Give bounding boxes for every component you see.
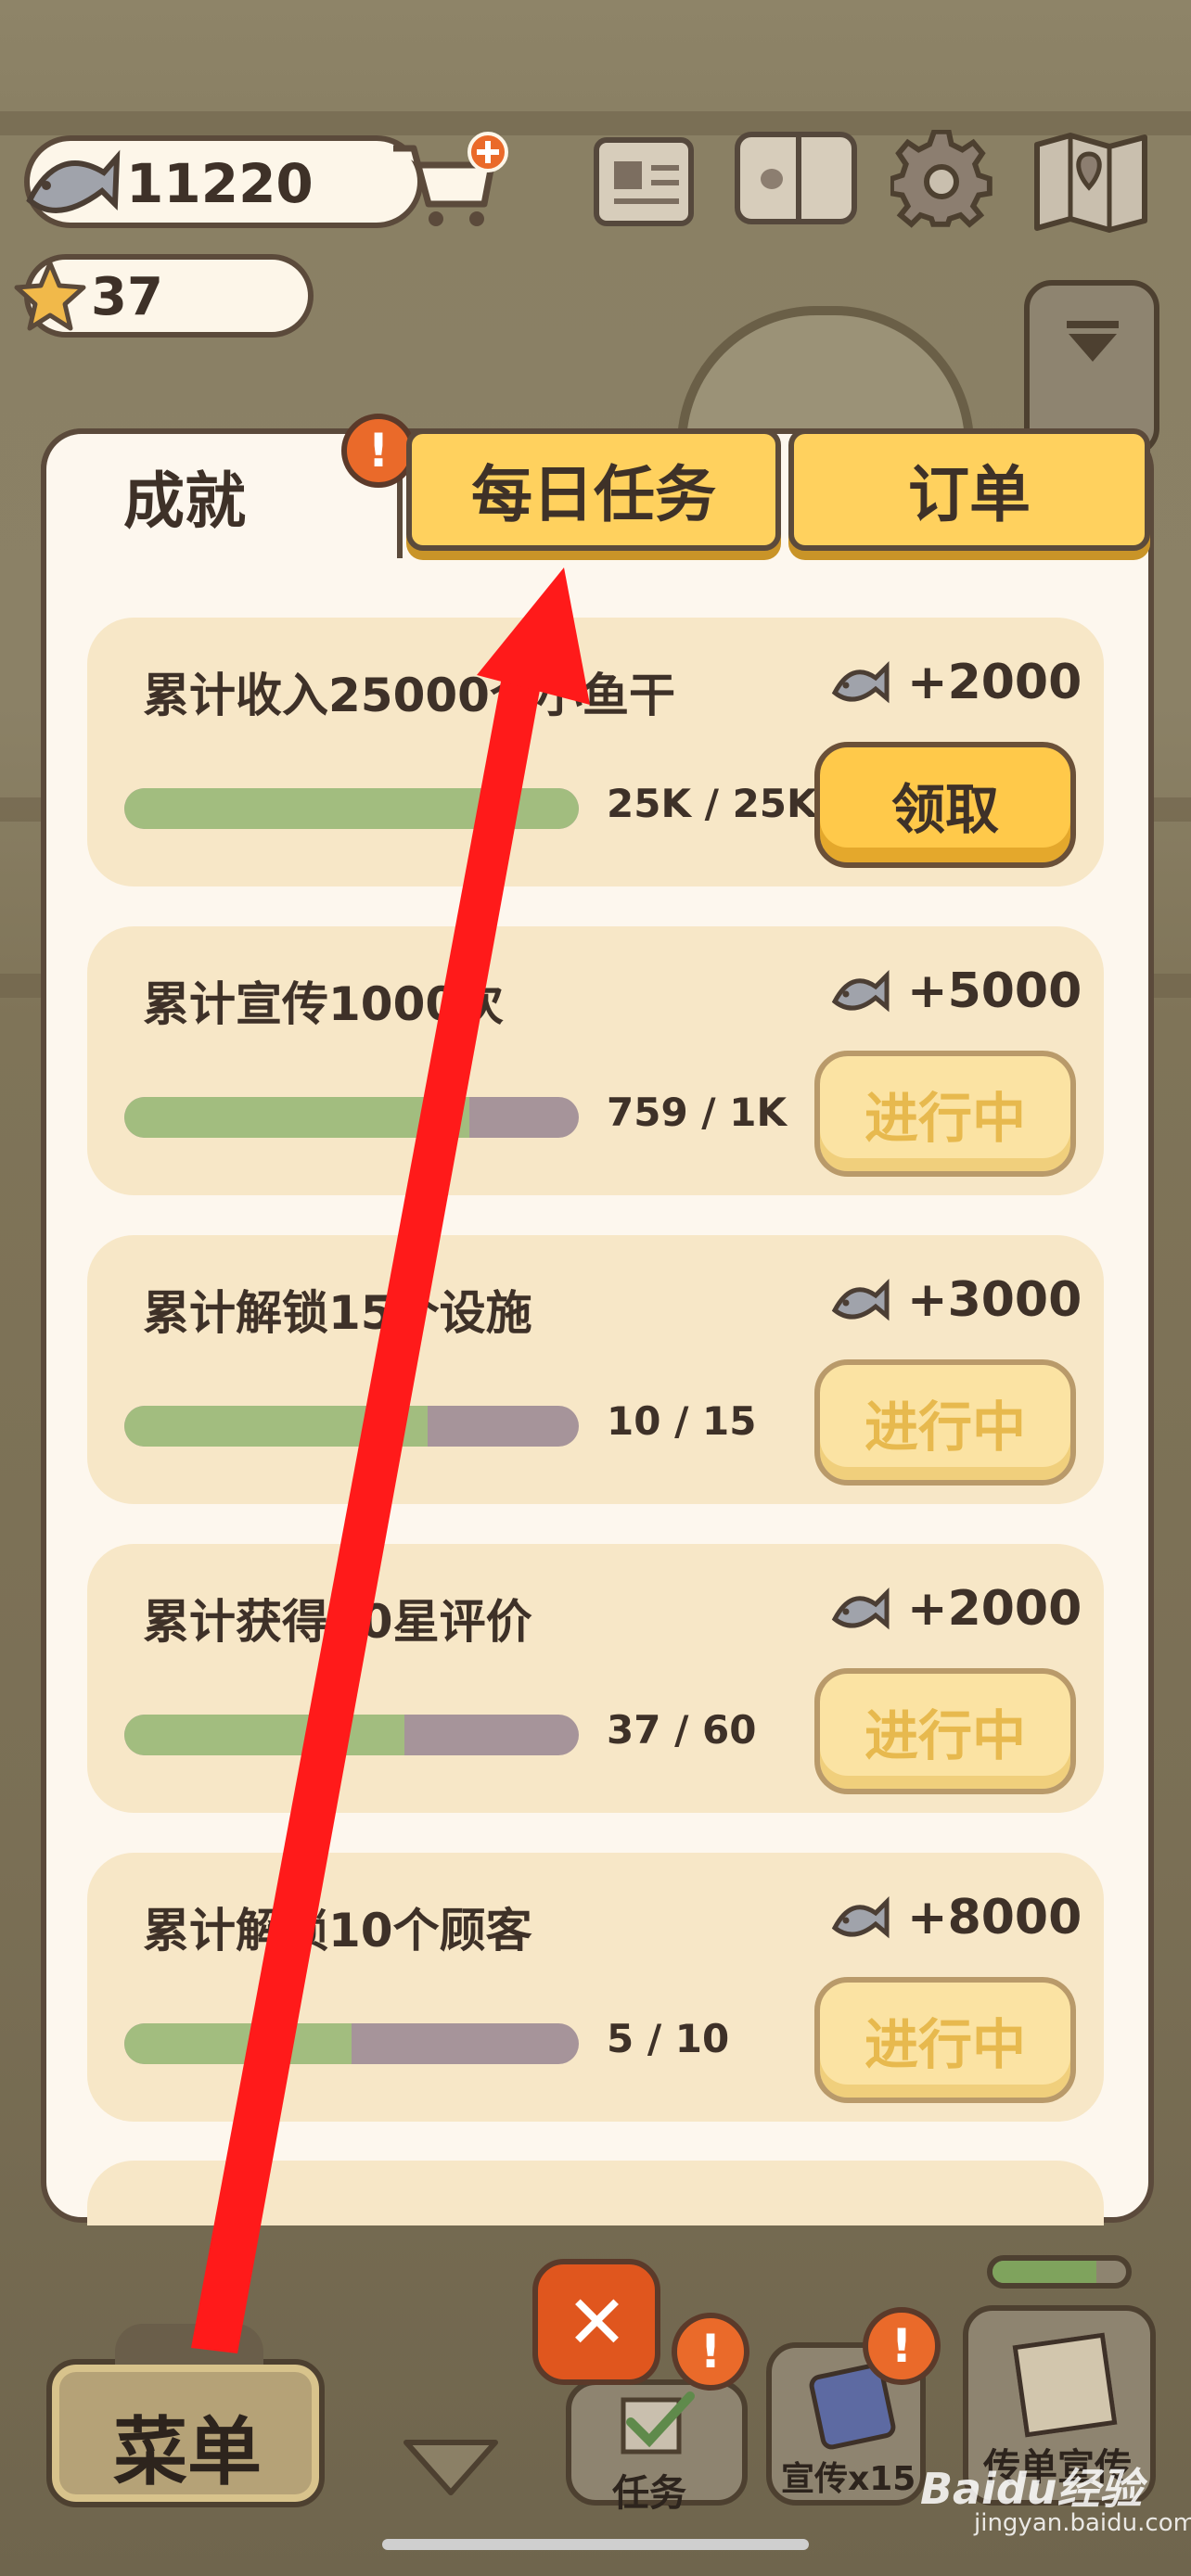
- menu-button[interactable]: 菜单: [46, 2359, 325, 2507]
- gear-icon[interactable]: [890, 130, 992, 232]
- list-item: 累计宣传1000次 +5000 759 / 1K 进行中: [87, 926, 1104, 1195]
- list-item-partial: [87, 2161, 1104, 2225]
- list-item: 累计收入25000个小鱼干 +2000 25K / 25K 领取: [87, 618, 1104, 886]
- alert-glyph: !: [890, 2319, 913, 2373]
- in-progress-button[interactable]: 进行中: [814, 1977, 1076, 2103]
- watermark-brand: Baidu经验: [920, 2464, 1143, 2514]
- tab-orders-label: 订单: [908, 459, 1031, 530]
- reward-amount: +2000: [907, 655, 1082, 710]
- watermark-url: jingyan.baidu.com: [974, 2509, 1191, 2537]
- newspaper-icon[interactable]: [594, 137, 694, 226]
- progress-bar: [124, 2023, 579, 2064]
- list-item: 累计获得60星评价 +2000 37 / 60 进行中: [87, 1544, 1104, 1813]
- progress-bar: [124, 1406, 579, 1447]
- chevron-down-icon: [1067, 321, 1119, 362]
- reward: +2000: [829, 1581, 1082, 1637]
- progress-fill: [124, 1097, 469, 1138]
- progress-bar: [124, 788, 579, 829]
- claim-button[interactable]: 领取: [814, 742, 1076, 868]
- fish-count: 11220: [126, 152, 314, 215]
- fish-icon: [26, 149, 121, 213]
- progress-fill: [124, 1715, 405, 1755]
- check-icon: [621, 2391, 695, 2455]
- achievement-title: 累计获得60星评价: [143, 1595, 532, 1649]
- achievement-title: 累计解锁10个顾客: [143, 1904, 532, 1958]
- reward: +3000: [829, 1272, 1082, 1328]
- progress-bar: [124, 1097, 579, 1138]
- alert-icon: !: [341, 414, 416, 488]
- home-indicator: [382, 2539, 809, 2550]
- cart-plus-icon[interactable]: [388, 130, 508, 232]
- map-icon[interactable]: [1031, 130, 1150, 234]
- achievement-title: 累计宣传1000次: [143, 977, 505, 1031]
- reward-amount: +8000: [907, 1890, 1082, 1945]
- in-progress-button[interactable]: 进行中: [814, 1051, 1076, 1177]
- reward-amount: +2000: [907, 1581, 1082, 1637]
- progress-fill: [124, 788, 579, 829]
- background-beam: [0, 111, 1191, 135]
- tab-daily-tasks-label: 每日任务: [471, 459, 716, 530]
- fish-icon: [831, 660, 890, 704]
- fish-icon: [831, 1278, 890, 1321]
- star-count: 37: [91, 267, 163, 327]
- achievement-title: 累计收入25000个小鱼干: [143, 669, 675, 722]
- reward: +2000: [829, 655, 1082, 710]
- paw-book-icon[interactable]: [735, 132, 857, 224]
- flyer-icon: [1012, 2332, 1118, 2438]
- promote-label: 宣传x15: [781, 2460, 916, 2498]
- progress-fill: [124, 1406, 428, 1447]
- fish-icon: [831, 969, 890, 1013]
- chevron-down-icon[interactable]: [401, 2435, 501, 2500]
- tasks-button[interactable]: 任务: [566, 2379, 748, 2515]
- in-progress-button[interactable]: 进行中: [814, 1359, 1076, 1486]
- alert-icon: !: [863, 2307, 941, 2385]
- tab-achievements-label: 成就: [123, 465, 246, 537]
- menu-label: 菜单: [113, 2409, 262, 2495]
- tab-daily-tasks[interactable]: 每日任务: [406, 428, 781, 551]
- list-item: 累计解锁10个顾客 +8000 5 / 10 进行中: [87, 1853, 1104, 2122]
- reward-amount: +3000: [907, 1272, 1082, 1328]
- progress-bar: [124, 1715, 579, 1755]
- menu-handle: [115, 2324, 263, 2365]
- tasks-label: 任务: [612, 2472, 686, 2515]
- fish-icon: [831, 1895, 890, 1939]
- close-icon: ✕: [566, 2279, 629, 2366]
- flyer-progress: [987, 2255, 1132, 2289]
- achievement-title: 累计解锁15个设施: [143, 1286, 532, 1340]
- alert-icon: !: [672, 2313, 749, 2391]
- alert-glyph: !: [699, 2325, 722, 2378]
- reward-amount: +5000: [907, 963, 1082, 1019]
- reward: +8000: [829, 1890, 1082, 1945]
- list-item: 累计解锁15个设施 +3000 10 / 15 进行中: [87, 1235, 1104, 1504]
- close-button[interactable]: ✕: [532, 2259, 660, 2385]
- reward: +5000: [829, 963, 1082, 1019]
- star-icon: [14, 261, 86, 331]
- alert-glyph: !: [367, 424, 390, 478]
- progress-fill: [124, 2023, 352, 2064]
- tab-orders[interactable]: 订单: [788, 428, 1150, 551]
- in-progress-button[interactable]: 进行中: [814, 1668, 1076, 1794]
- fish-icon: [831, 1587, 890, 1630]
